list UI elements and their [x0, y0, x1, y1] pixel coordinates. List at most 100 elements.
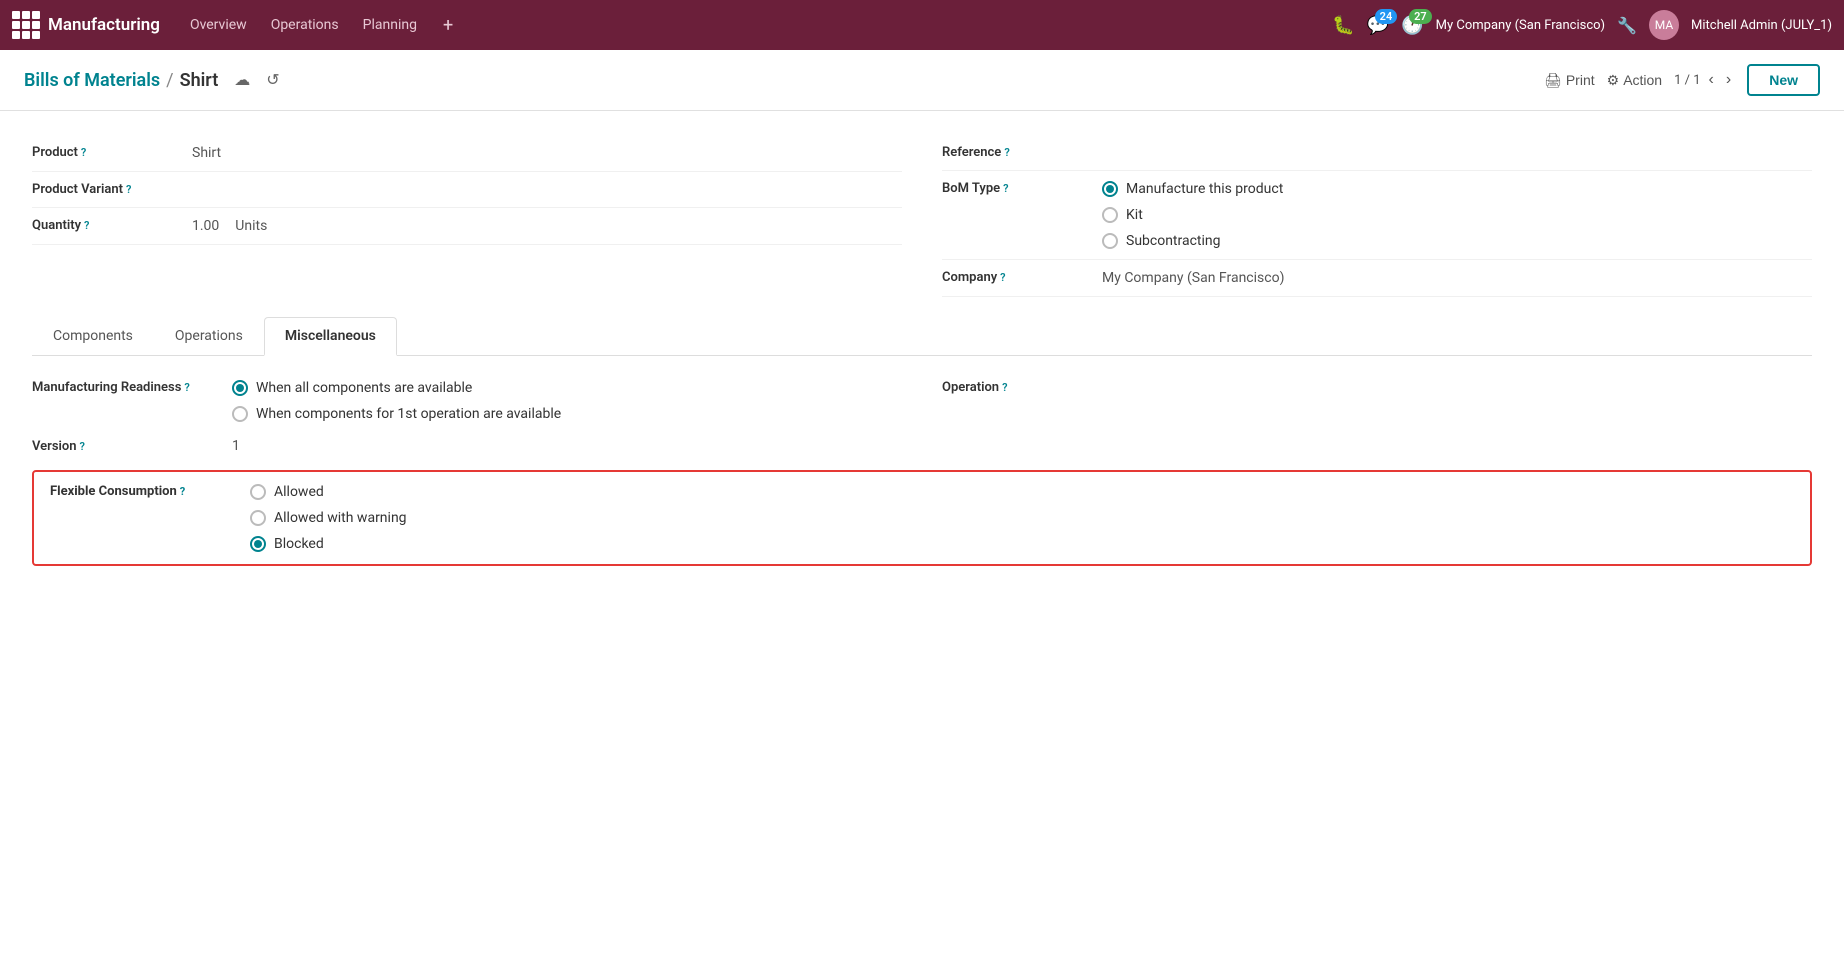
- tab-miscellaneous[interactable]: Miscellaneous: [264, 317, 397, 356]
- flexible-consumption-help-icon[interactable]: ?: [180, 485, 185, 498]
- breadcrumb-right: 🖨 Print ⚙ Action 1 / 1 ‹ › New: [1544, 64, 1820, 96]
- flex-allowed-warning-radio[interactable]: [250, 510, 266, 526]
- product-field-row: Product ? Shirt: [32, 135, 902, 172]
- version-help-icon[interactable]: ?: [80, 440, 85, 453]
- new-button[interactable]: New: [1747, 64, 1820, 96]
- readiness-all-radio[interactable]: [232, 380, 248, 396]
- avatar[interactable]: MA: [1649, 10, 1679, 40]
- company-name[interactable]: My Company (San Francisco): [1436, 18, 1605, 33]
- activity-badge-wrap[interactable]: 🕐 27: [1401, 15, 1423, 36]
- bug-icon[interactable]: 🐛: [1332, 15, 1354, 36]
- product-value[interactable]: Shirt: [192, 145, 221, 161]
- pager-prev-button[interactable]: ‹: [1705, 69, 1718, 91]
- app-brand[interactable]: Manufacturing: [48, 15, 160, 35]
- nav-overview[interactable]: Overview: [180, 11, 257, 39]
- bom-type-help-icon[interactable]: ?: [1003, 182, 1008, 195]
- flex-allowed-warning-label: Allowed with warning: [274, 510, 407, 526]
- flex-blocked-label: Blocked: [274, 536, 324, 552]
- flex-allowed-warning-option[interactable]: Allowed with warning: [250, 510, 407, 526]
- company-value[interactable]: My Company (San Francisco): [1102, 270, 1284, 286]
- print-button[interactable]: 🖨 Print: [1544, 72, 1595, 89]
- manufacturing-readiness-label: Manufacturing Readiness ?: [32, 380, 232, 395]
- bom-type-manufacture-label: Manufacture this product: [1126, 181, 1283, 197]
- tab-operations[interactable]: Operations: [154, 317, 264, 356]
- flexible-consumption-box: Flexible Consumption ? Allowed Allowed w…: [32, 470, 1812, 566]
- product-variant-help-icon[interactable]: ?: [126, 183, 131, 196]
- product-label: Product ?: [32, 145, 192, 160]
- apps-grid-icon[interactable]: [12, 11, 40, 39]
- bom-type-subcontracting-label: Subcontracting: [1126, 233, 1221, 249]
- operation-label: Operation ?: [942, 380, 1142, 395]
- user-name: Mitchell Admin (JULY_1): [1691, 18, 1832, 33]
- bom-type-label: BoM Type ?: [942, 181, 1102, 196]
- bom-type-kit-radio[interactable]: [1102, 207, 1118, 223]
- undo-button[interactable]: ↺: [262, 66, 283, 94]
- quantity-field-row: Quantity ? 1.00 Units: [32, 208, 902, 245]
- tab-bar: Components Operations Miscellaneous: [32, 317, 1812, 356]
- gear-icon: ⚙: [1607, 72, 1620, 89]
- chat-badge-wrap[interactable]: 💬 24: [1367, 15, 1389, 36]
- readiness-1st-operation-option[interactable]: When components for 1st operation are av…: [232, 406, 561, 422]
- readiness-all-label: When all components are available: [256, 380, 472, 396]
- add-menu-button[interactable]: +: [435, 11, 461, 40]
- topnav-right-section: 🐛 💬 24 🕐 27 My Company (San Francisco) 🔧…: [1332, 10, 1832, 40]
- product-help-icon[interactable]: ?: [81, 146, 86, 159]
- readiness-1st-radio[interactable]: [232, 406, 248, 422]
- activity-count: 27: [1409, 9, 1432, 24]
- quantity-value[interactable]: 1.00: [192, 218, 219, 234]
- main-content: Product ? Shirt Product Variant ? Quanti…: [0, 111, 1844, 957]
- breadcrumb-actions: ☁ ↺: [230, 66, 283, 94]
- quantity-unit: Units: [235, 218, 267, 234]
- breadcrumb-bar: Bills of Materials / Shirt ☁ ↺ 🖨 Print ⚙…: [0, 50, 1844, 111]
- operation-help-icon[interactable]: ?: [1002, 381, 1007, 394]
- bom-type-manufacture-option[interactable]: Manufacture this product: [1102, 181, 1283, 197]
- save-cloud-button[interactable]: ☁: [230, 66, 254, 94]
- breadcrumb-current: Shirt: [180, 70, 219, 91]
- product-variant-field-row: Product Variant ?: [32, 172, 902, 208]
- company-help-icon[interactable]: ?: [1000, 271, 1005, 284]
- flexible-consumption-radio-group: Allowed Allowed with warning Blocked: [250, 484, 407, 552]
- manufacturing-readiness-help-icon[interactable]: ?: [184, 381, 189, 394]
- quantity-help-icon[interactable]: ?: [84, 219, 89, 232]
- bom-type-kit-option[interactable]: Kit: [1102, 207, 1283, 223]
- company-label: Company ?: [942, 270, 1102, 285]
- action-label: Action: [1623, 72, 1662, 88]
- nav-operations[interactable]: Operations: [261, 11, 349, 39]
- operation-field: Operation ?: [942, 380, 1812, 422]
- pager-text: 1 / 1: [1674, 73, 1700, 88]
- chat-count: 24: [1375, 9, 1398, 24]
- flexible-consumption-section: Flexible Consumption ? Allowed Allowed w…: [32, 470, 1812, 566]
- miscellaneous-tab-content: Manufacturing Readiness ? When all compo…: [32, 380, 1812, 566]
- version-value: 1: [232, 438, 1812, 454]
- nav-planning[interactable]: Planning: [353, 11, 427, 39]
- manufacturing-readiness-radio-group: When all components are available When c…: [232, 380, 561, 422]
- version-row: Version ? 1: [32, 422, 1812, 470]
- bom-type-kit-label: Kit: [1126, 207, 1143, 223]
- quantity-label: Quantity ?: [32, 218, 192, 233]
- readiness-operation-row: Manufacturing Readiness ? When all compo…: [32, 380, 1812, 422]
- reference-field-row: Reference ?: [942, 135, 1812, 171]
- manufacturing-readiness-row: Manufacturing Readiness ? When all compo…: [32, 380, 902, 422]
- breadcrumb-parent-link[interactable]: Bills of Materials: [24, 70, 160, 91]
- tab-components[interactable]: Components: [32, 317, 154, 356]
- product-variant-label: Product Variant ?: [32, 182, 192, 197]
- flex-blocked-option[interactable]: Blocked: [250, 536, 407, 552]
- readiness-all-components-option[interactable]: When all components are available: [232, 380, 561, 396]
- reference-help-icon[interactable]: ?: [1004, 146, 1009, 159]
- form-top-section: Product ? Shirt Product Variant ? Quanti…: [32, 135, 1812, 297]
- bom-type-subcontracting-radio[interactable]: [1102, 233, 1118, 249]
- flex-allowed-radio[interactable]: [250, 484, 266, 500]
- top-menu: Overview Operations Planning: [180, 11, 427, 39]
- action-button[interactable]: ⚙ Action: [1607, 72, 1662, 89]
- bom-type-subcontracting-option[interactable]: Subcontracting: [1102, 233, 1283, 249]
- pager-next-button[interactable]: ›: [1722, 69, 1735, 91]
- flex-allowed-label: Allowed: [274, 484, 324, 500]
- print-label: Print: [1566, 72, 1595, 88]
- flexible-consumption-label: Flexible Consumption ?: [50, 484, 250, 499]
- flex-allowed-option[interactable]: Allowed: [250, 484, 407, 500]
- bom-type-manufacture-radio[interactable]: [1102, 181, 1118, 197]
- flex-blocked-radio[interactable]: [250, 536, 266, 552]
- settings-wrench-icon[interactable]: 🔧: [1617, 16, 1637, 35]
- pager: 1 / 1 ‹ ›: [1674, 69, 1735, 91]
- top-navigation: Manufacturing Overview Operations Planni…: [0, 0, 1844, 50]
